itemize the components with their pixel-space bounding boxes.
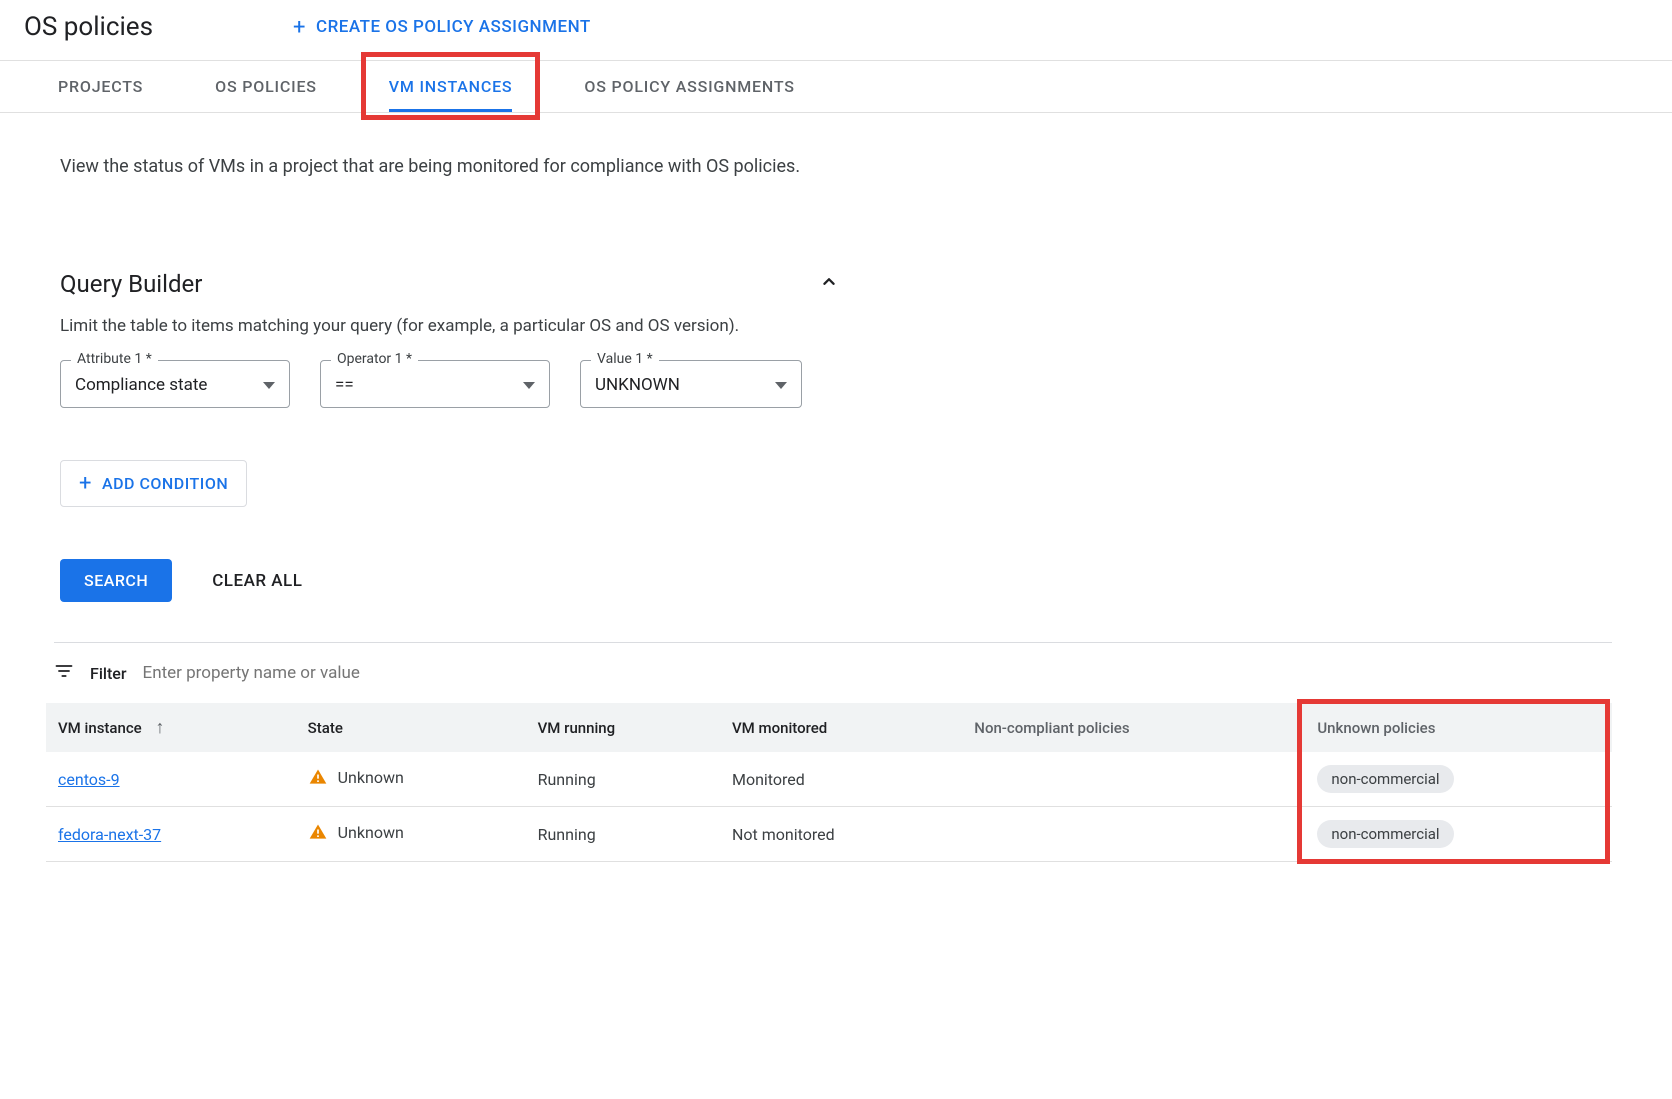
tabs-row: PROJECTS OS POLICIES VM INSTANCES OS POL… — [0, 60, 1672, 113]
vm-link[interactable]: centos-9 — [58, 770, 120, 789]
arrow-up-icon: ↑ — [155, 717, 164, 738]
col-vm-monitored[interactable]: VM monitored — [720, 703, 962, 752]
table-row: fedora-next-37 Unknown Running Not monit… — [46, 807, 1612, 862]
page-title: OS policies — [24, 12, 153, 42]
col-vm-running[interactable]: VM running — [526, 703, 720, 752]
col-noncompliant-policies[interactable]: Non-compliant policies — [962, 703, 1305, 752]
results-table-wrapper: VM instance ↑ State VM running VM monito… — [46, 703, 1612, 862]
table-row: centos-9 Unknown Running Monitored non-c… — [46, 752, 1612, 807]
col-vm-instance-label: VM instance — [58, 719, 142, 737]
dropdown-arrow-icon — [523, 382, 535, 389]
warning-icon — [308, 822, 328, 842]
query-builder-conditions: Attribute 1 * Compliance state Operator … — [60, 360, 1612, 408]
monitored-value: Monitored — [720, 752, 962, 807]
dropdown-arrow-icon — [775, 382, 787, 389]
state-value: Unknown — [338, 768, 404, 787]
page-header: OS policies + CREATE OS POLICY ASSIGNMEN… — [0, 0, 1672, 60]
tab-vm-instances[interactable]: VM INSTANCES — [389, 61, 513, 112]
col-vm-instance[interactable]: VM instance ↑ — [46, 703, 296, 752]
create-os-policy-assignment-button[interactable]: + CREATE OS POLICY ASSIGNMENT — [293, 15, 591, 40]
noncompliant-value — [962, 807, 1305, 862]
plus-icon: + — [79, 471, 92, 496]
noncompliant-value — [962, 752, 1305, 807]
running-value: Running — [526, 807, 720, 862]
operator-select[interactable]: Operator 1 * == — [320, 360, 550, 408]
running-value: Running — [526, 752, 720, 807]
query-builder-subtitle: Limit the table to items matching your q… — [60, 316, 1612, 336]
query-builder-title: Query Builder — [60, 270, 202, 298]
operator-value: == — [335, 375, 354, 395]
attribute-select[interactable]: Attribute 1 * Compliance state — [60, 360, 290, 408]
vm-link[interactable]: fedora-next-37 — [58, 825, 161, 844]
filter-label: Filter — [90, 664, 127, 683]
operator-label: Operator 1 * — [331, 351, 418, 367]
chevron-up-icon[interactable] — [818, 271, 840, 297]
col-state[interactable]: State — [296, 703, 526, 752]
unknown-policy-pill[interactable]: non-commercial — [1317, 820, 1453, 848]
page-description: View the status of VMs in a project that… — [60, 153, 860, 180]
col-unknown-policies[interactable]: Unknown policies — [1305, 703, 1612, 752]
filter-icon — [54, 661, 74, 685]
add-condition-label: ADD CONDITION — [102, 474, 228, 493]
state-value: Unknown — [338, 823, 404, 842]
search-button[interactable]: SEARCH — [60, 559, 172, 602]
plus-icon: + — [293, 15, 306, 40]
dropdown-arrow-icon — [263, 382, 275, 389]
attribute-value: Compliance state — [75, 375, 207, 395]
filter-bar: Filter — [54, 642, 1612, 703]
main-content: View the status of VMs in a project that… — [0, 113, 1672, 862]
query-builder-header: Query Builder — [60, 270, 840, 298]
filter-input[interactable] — [143, 663, 1612, 683]
value-select[interactable]: Value 1 * UNKNOWN — [580, 360, 802, 408]
unknown-policy-pill[interactable]: non-commercial — [1317, 765, 1453, 793]
create-button-label: CREATE OS POLICY ASSIGNMENT — [316, 17, 591, 37]
monitored-value: Not monitored — [720, 807, 962, 862]
vm-instances-table: VM instance ↑ State VM running VM monito… — [46, 703, 1612, 862]
warning-icon — [308, 767, 328, 787]
tab-os-policy-assignments[interactable]: OS POLICY ASSIGNMENTS — [584, 61, 794, 112]
tab-projects[interactable]: PROJECTS — [58, 61, 143, 112]
tab-os-policies[interactable]: OS POLICIES — [215, 61, 317, 112]
clear-all-button[interactable]: CLEAR ALL — [212, 571, 302, 591]
attribute-label: Attribute 1 * — [71, 351, 158, 367]
table-header-row: VM instance ↑ State VM running VM monito… — [46, 703, 1612, 752]
value-value: UNKNOWN — [595, 375, 680, 395]
value-label: Value 1 * — [591, 351, 659, 367]
add-condition-button[interactable]: + ADD CONDITION — [60, 460, 247, 507]
